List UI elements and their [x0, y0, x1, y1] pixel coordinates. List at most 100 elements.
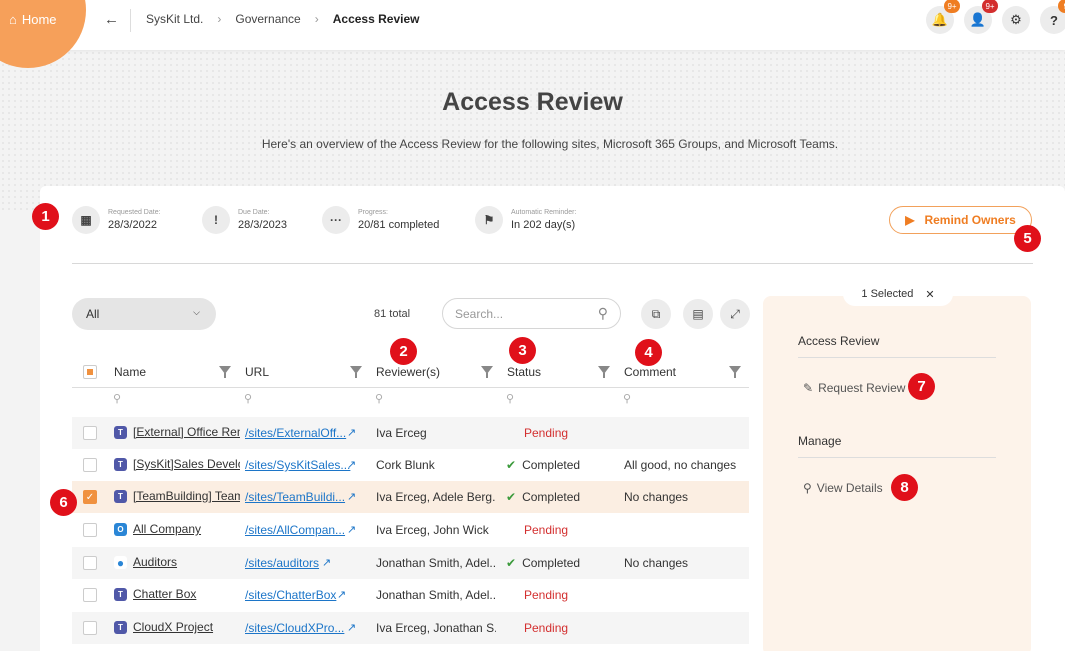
site-name-link[interactable]: [TeamBuilding] Team [133, 489, 240, 503]
site-url-link[interactable]: /sites/ExternalOff... [245, 426, 357, 440]
table-row[interactable]: ✓ T [TeamBuilding] Team /sites/TeamBuild… [72, 481, 749, 513]
site-name-link[interactable]: All Company [133, 522, 240, 536]
section-title-access-review: Access Review [798, 334, 880, 348]
stat-label: Due Date: [238, 209, 270, 216]
row-checkbox[interactable] [83, 426, 97, 440]
close-icon[interactable]: ✕ [925, 288, 934, 301]
view-filter-dropdown[interactable]: All ⌵ [72, 298, 216, 330]
site-url-link[interactable]: /sites/ChatterBox [245, 588, 336, 602]
marker-7: 7 [908, 373, 935, 400]
divider [798, 357, 996, 358]
copy-icon[interactable]: ⧉ [641, 299, 671, 329]
stat-requested-date: ▦ Requested Date: 28/3/2022 [72, 206, 161, 234]
request-review-button[interactable]: ✎ Request Review [803, 381, 905, 395]
table-row[interactable]: O All Company /sites/AllCompan... ↗ Iva … [72, 514, 749, 546]
breadcrumb-item[interactable]: SysKit Ltd. [146, 12, 203, 26]
filter-icon[interactable] [481, 366, 493, 378]
site-name-link[interactable]: Auditors [133, 555, 240, 569]
site-name-link[interactable]: [SysKit]Sales Development [133, 457, 240, 471]
selection-pill: 1 Selected ✕ [843, 282, 953, 306]
site-url-link[interactable]: /sites/auditors [245, 556, 319, 570]
search-icon[interactable]: ⚲ [244, 392, 252, 405]
search-icon[interactable]: ⚲ [506, 392, 514, 405]
external-link-icon[interactable]: ↗ [347, 426, 356, 439]
selected-count: 1 Selected [861, 288, 914, 300]
page-title: Access Review [442, 88, 623, 116]
filter-icon[interactable] [350, 366, 362, 378]
check-icon: ✔ [506, 490, 517, 504]
search-icon[interactable]: ⚲ [113, 392, 121, 405]
external-link-icon[interactable]: ↗ [347, 490, 356, 503]
back-arrow-icon[interactable]: ← [104, 11, 119, 28]
column-header-url[interactable]: URL [245, 365, 269, 379]
home-link[interactable]: ⌂ Home [9, 12, 57, 27]
table-row[interactable]: T CloudX Project /sites/CloudXPro... ↗ I… [72, 612, 749, 644]
site-url-link[interactable]: /sites/AllCompan... [245, 523, 357, 537]
external-link-icon[interactable]: ↗ [347, 458, 356, 471]
home-label: Home [21, 12, 57, 27]
search-icon[interactable]: ⚲ [375, 392, 383, 405]
table-row[interactable]: T [External] Office Renovation /sites/Ex… [72, 417, 749, 449]
exclamation-icon: ! [202, 206, 230, 234]
table-row[interactable]: T Chatter Box /sites/ChatterBox ↗ Jonath… [72, 579, 749, 611]
external-link-icon[interactable]: ↗ [347, 621, 356, 634]
table-row[interactable]: ● Auditors /sites/auditors ↗ Jonathan Sm… [72, 547, 749, 579]
remind-owners-button[interactable]: ▶ Remind Owners [889, 206, 1032, 234]
stat-value: In 202 day(s) [511, 219, 576, 231]
row-checkbox[interactable]: ✓ [83, 490, 97, 504]
search-icon[interactable]: ⚲ [623, 392, 631, 405]
breadcrumb-item[interactable]: Governance [235, 12, 300, 26]
status: ✔ Completed [506, 490, 580, 504]
home-icon: ⌂ [9, 12, 17, 27]
row-checkbox[interactable] [83, 556, 97, 570]
comment: No changes [624, 556, 689, 570]
select-all-checkbox[interactable] [83, 365, 97, 379]
external-link-icon[interactable]: ↗ [337, 588, 346, 601]
row-checkbox[interactable] [83, 588, 97, 602]
calendar-icon: ▦ [72, 206, 100, 234]
filter-icon[interactable] [598, 366, 610, 378]
notification-badge: 9+ [944, 0, 960, 13]
divider [72, 263, 1033, 264]
site-url-link[interactable]: /sites/TeamBuildi... [245, 490, 357, 504]
user-icon[interactable]: 👤 9+ [964, 0, 998, 34]
stat-label: Progress: [358, 209, 388, 216]
row-checkbox[interactable] [83, 458, 97, 472]
marker-4: 4 [635, 339, 662, 366]
column-header-reviewers[interactable]: Reviewer(s) [376, 365, 440, 379]
request-review-label: Request Review [818, 381, 906, 395]
table-row[interactable]: T [SysKit]Sales Development /sites/SysKi… [72, 449, 749, 481]
column-header-name[interactable]: Name [114, 365, 146, 379]
export-icon[interactable]: ▤ [683, 299, 713, 329]
stat-label: Requested Date: [108, 209, 161, 216]
stat-progress: ··· Progress: 20/81 completed [322, 206, 439, 234]
view-details-button[interactable]: ⚲ View Details [803, 481, 883, 495]
external-link-icon[interactable]: ↗ [322, 556, 331, 569]
filter-icon[interactable] [729, 366, 741, 378]
comment: All good, no changes [624, 458, 737, 472]
site-name-link[interactable]: Chatter Box [133, 587, 240, 601]
reviewers: Iva Erceg, Jonathan S... [376, 621, 496, 635]
external-link-icon[interactable]: ↗ [347, 523, 356, 536]
divider [130, 9, 131, 32]
site-url-link[interactable]: /sites/SysKitSales... [245, 458, 357, 472]
site-url-link[interactable]: /sites/CloudXPro... [245, 621, 357, 635]
row-checkbox[interactable] [83, 621, 97, 635]
search-placeholder: Search... [455, 307, 504, 321]
help-icon[interactable]: ? 9 [1040, 0, 1065, 34]
search-input[interactable]: Search... ⚲ [442, 298, 621, 329]
bell-icon[interactable]: 🔔 9+ [926, 0, 960, 34]
site-name-link[interactable]: CloudX Project [133, 620, 240, 634]
section-title-manage: Manage [798, 434, 842, 448]
gear-icon[interactable]: ⚙ [1002, 6, 1030, 34]
ellipsis-icon: ··· [322, 206, 350, 234]
row-checkbox[interactable] [83, 523, 97, 537]
marker-3: 3 [509, 337, 536, 364]
site-name-link[interactable]: [External] Office Renovation [133, 425, 240, 439]
expand-icon[interactable]: ⤢ [720, 299, 750, 329]
column-header-comment[interactable]: Comment [624, 365, 676, 379]
status-text: Completed [522, 490, 581, 504]
column-header-status[interactable]: Status [507, 365, 541, 379]
filter-icon[interactable] [219, 366, 231, 378]
stat-due-date: ! Due Date: 28/3/2023 [202, 206, 287, 234]
